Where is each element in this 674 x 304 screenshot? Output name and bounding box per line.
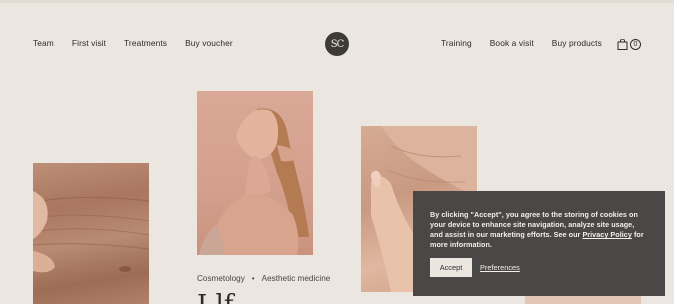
cart-count-badge[interactable]: 0	[630, 39, 641, 50]
nav-item-treatments[interactable]: Treatments	[124, 38, 167, 48]
preferences-button[interactable]: Preferences	[480, 263, 520, 272]
tag-cosmetology[interactable]: Cosmetology	[197, 274, 245, 283]
tag-separator: •	[251, 274, 255, 283]
nav-item-buy-voucher[interactable]: Buy voucher	[185, 38, 233, 48]
skin-belly-photo[interactable]	[33, 163, 149, 304]
site-logo[interactable]: SC	[325, 32, 349, 56]
nav-item-buy-products[interactable]: Buy products	[552, 38, 602, 48]
main-nav-left: Team First visit Treatments Buy voucher	[33, 38, 251, 48]
nav-item-book-a-visit[interactable]: Book a visit	[490, 38, 534, 48]
cookie-actions: Accept Preferences	[430, 258, 520, 277]
accept-button[interactable]: Accept	[430, 258, 472, 277]
article-headline: I lf	[197, 292, 233, 304]
cookie-message: By clicking "Accept", you agree to the s…	[430, 210, 644, 249]
bag-icon[interactable]	[617, 39, 628, 50]
nav-item-first-visit[interactable]: First visit	[72, 38, 106, 48]
article-tags: Cosmetology • Aesthetic medicine	[197, 274, 330, 283]
cookie-banner: By clicking "Accept", you agree to the s…	[413, 191, 665, 296]
woman-profile-photo[interactable]	[197, 91, 313, 255]
nav-item-training[interactable]: Training	[441, 38, 472, 48]
nav-item-team[interactable]: Team	[33, 38, 54, 48]
privacy-policy-link[interactable]: Privacy Policy	[582, 230, 631, 239]
main-nav-right: Training Book a visit Buy products	[441, 38, 620, 48]
tag-aesthetic-medicine[interactable]: Aesthetic medicine	[262, 274, 331, 283]
top-border	[0, 0, 674, 3]
